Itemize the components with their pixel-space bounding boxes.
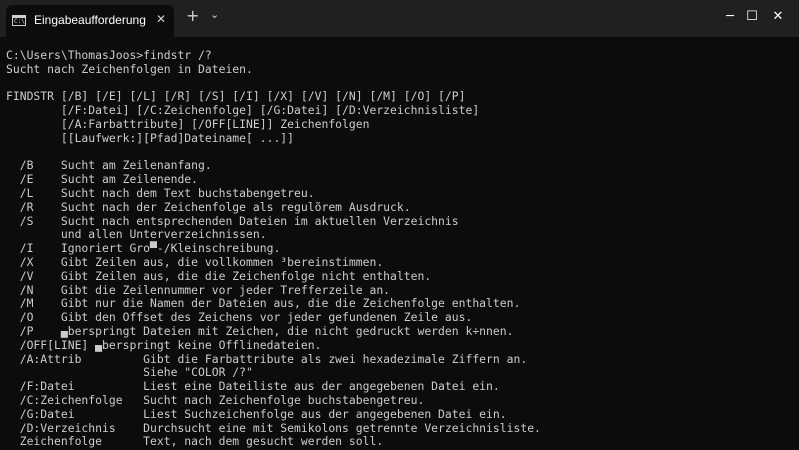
tab-eingabeaufforderung[interactable]: C:\ Eingabeaufforderung ✕ — [6, 5, 174, 37]
terminal-line: /G:Datei Liest Suchzeichenfolge aus der … — [6, 406, 507, 421]
terminal-line: /F:Datei Liest eine Dateiliste aus der a… — [6, 379, 500, 394]
terminal-line: Sucht nach Zeichenfolgen in Dateien. — [6, 61, 253, 76]
close-tab-icon[interactable]: ✕ — [156, 12, 166, 26]
terminal-line: [/A:Farbattribute] [/OFF[LINE]] Zeichenf… — [6, 116, 370, 131]
close-window-button[interactable]: ✕ — [755, 0, 799, 32]
terminal-line: FINDSTR [/B] [/E] [/L] [/R] [/S] [/I] [/… — [6, 89, 466, 104]
terminal-line: /D:Verzeichnis Durchsucht eine mit Semik… — [6, 420, 541, 435]
tab-title: Eingabeaufforderung — [34, 13, 146, 27]
terminal-line: C:\Users\ThomasJoos>findstr /? — [6, 49, 212, 62]
terminal-line: /S Sucht nach entsprechenden Dateien im … — [6, 213, 459, 228]
terminal-line: [[Laufwerk:][Pfad]Dateiname[ ...]] — [6, 130, 295, 145]
terminal-line: [/F:Datei] [/C:Zeichenfolge] [/G:Datei] … — [6, 103, 480, 118]
terminal-line: /N Gibt die Zeilennummer vor jeder Treff… — [6, 282, 391, 297]
terminal-line: Siehe "COLOR /?" — [6, 365, 253, 380]
terminal-line: /OFF[LINE] ▄berspringt keine Offlinedate… — [6, 337, 322, 352]
terminal-icon: C:\ — [12, 15, 26, 26]
terminal-line: /R Sucht nach der Zeichenfolge als regul… — [6, 199, 411, 214]
terminal-line: /I Ignoriert Gro▀-/Kleinschreibung. — [6, 241, 281, 256]
terminal-line: /A:Attrib Gibt die Farbattribute als zwe… — [6, 351, 528, 366]
terminal-line: /L Sucht nach dem Text buchstabengetreu. — [6, 185, 315, 200]
terminal-line: /E Sucht am Zeilenende. — [6, 172, 199, 187]
terminal-line: /M Gibt nur die Namen der Dateien aus, d… — [6, 296, 521, 311]
title-bar: C:\ Eingabeaufforderung ✕ + ⌄ ─ ☐ ✕ — [0, 0, 799, 37]
terminal-line: /C:Zeichenfolge Sucht nach Zeichenfolge … — [6, 392, 425, 407]
terminal-line: /O Gibt den Offset des Zeichens vor jede… — [6, 310, 473, 325]
terminal-line: Zeichenfolge Text, nach dem gesucht werd… — [6, 434, 384, 449]
terminal-line: /P ▄berspringt Dateien mit Zeichen, die … — [6, 323, 514, 338]
terminal-line: /V Gibt Zeilen aus, die die Zeichenfolge… — [6, 268, 432, 283]
new-tab-icon[interactable]: + — [186, 6, 199, 25]
terminal-line: /X Gibt Zeilen aus, die vollkommen ³bere… — [6, 254, 384, 269]
chevron-down-icon[interactable]: ⌄ — [210, 8, 219, 21]
terminal-line: und allen Unterverzeichnissen. — [6, 227, 267, 242]
terminal-output[interactable]: C:\Users\ThomasJoos>findstr /? Sucht nach… — [6, 49, 796, 449]
terminal-line: /B Sucht am Zeilenanfang. — [6, 158, 212, 173]
